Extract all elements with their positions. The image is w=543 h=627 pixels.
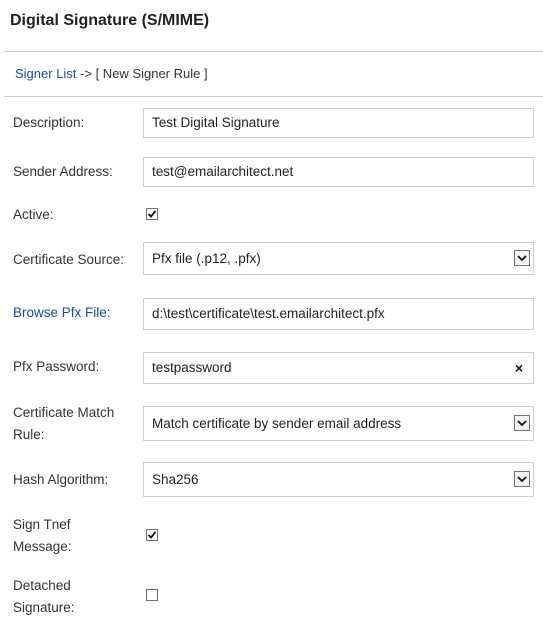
sign-tnef-label-line1: Sign Tnef	[13, 517, 71, 532]
check-icon	[147, 210, 157, 218]
description-value: Test Digital Signature	[152, 115, 280, 130]
chevron-down-icon[interactable]	[514, 250, 530, 266]
match-rule-select[interactable]: Match certificate by sender email addres…	[143, 406, 534, 441]
pfx-file-value: d:\test\certificate\test.emailarchitect.…	[152, 306, 385, 321]
hash-algorithm-label: Hash Algorithm:	[13, 472, 109, 487]
active-label: Active:	[13, 207, 54, 222]
detached-label-line1: Detached	[13, 578, 71, 593]
pfx-password-label: Pfx Password:	[13, 359, 100, 374]
pfx-password-value: testpassword	[152, 360, 232, 375]
certificate-source-label: Certificate Source:	[13, 252, 125, 267]
certificate-source-select[interactable]: Pfx file (.p12, .pfx)	[143, 242, 534, 275]
detached-signature-checkbox[interactable]	[146, 589, 158, 601]
breadcrumb: Signer List -> [ New Signer Rule ]	[15, 66, 208, 81]
sender-address-label: Sender Address:	[13, 164, 113, 179]
chevron-down-icon[interactable]	[514, 415, 530, 431]
hash-algorithm-value: Sha256	[152, 472, 199, 487]
sign-tnef-checkbox[interactable]	[146, 529, 158, 541]
sign-tnef-label-line2: Message:	[13, 539, 72, 554]
divider	[4, 51, 543, 52]
match-rule-label-line2: Rule:	[13, 427, 45, 442]
certificate-source-value: Pfx file (.p12, .pfx)	[152, 251, 261, 266]
sender-address-input[interactable]: test@emailarchitect.net	[143, 157, 534, 187]
active-checkbox[interactable]	[146, 208, 158, 220]
hash-algorithm-select[interactable]: Sha256	[143, 462, 534, 497]
description-input[interactable]: Test Digital Signature	[143, 108, 534, 138]
breadcrumb-current: [ New Signer Rule ]	[95, 66, 208, 81]
check-icon	[147, 531, 157, 539]
signer-list-link[interactable]: Signer List	[15, 66, 76, 81]
sender-address-value: test@emailarchitect.net	[152, 164, 294, 179]
detached-label-line2: Signature:	[13, 600, 75, 615]
clear-icon[interactable]: ×	[515, 353, 523, 383]
description-label: Description:	[13, 115, 85, 130]
breadcrumb-separator: ->	[76, 66, 96, 81]
match-rule-value: Match certificate by sender email addres…	[152, 416, 402, 431]
chevron-down-icon[interactable]	[514, 471, 530, 487]
pfx-password-input[interactable]: testpassword ×	[143, 352, 534, 384]
browse-pfx-file-link[interactable]: Browse Pfx File:	[13, 302, 111, 324]
divider	[4, 96, 543, 97]
pfx-file-input[interactable]: d:\test\certificate\test.emailarchitect.…	[143, 298, 534, 330]
match-rule-label-line1: Certificate Match	[13, 405, 115, 420]
page-title: Digital Signature (S/MIME)	[10, 12, 210, 29]
